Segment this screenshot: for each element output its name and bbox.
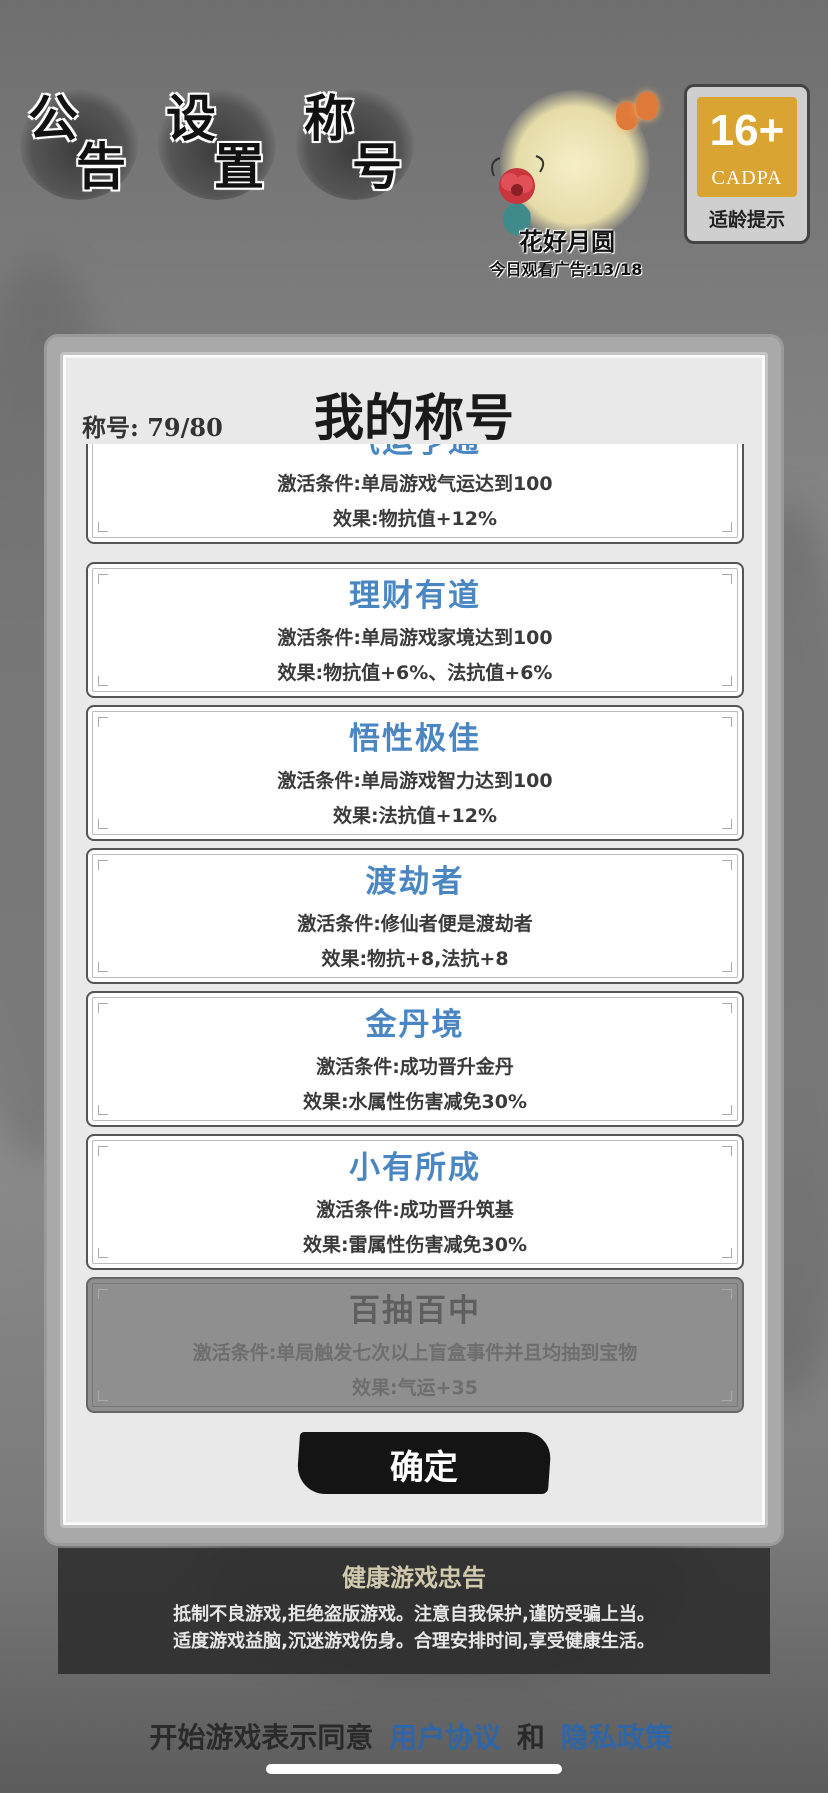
title-card[interactable]: 小有所成 激活条件:成功晋升筑基 效果:雷属性伤害减免30% bbox=[86, 1134, 744, 1270]
user-agreement-link[interactable]: 用户协议 bbox=[389, 1721, 501, 1754]
privacy-policy-link[interactable]: 隐私政策 bbox=[561, 1721, 673, 1754]
title-condition: 激活条件:单局触发七次以上盲盒事件并且均抽到宝物 bbox=[192, 1342, 638, 1365]
settings-char-1: 设 bbox=[166, 89, 216, 148]
health-advice-line: 适度游戏益脑,沉迷游戏伤身。合理安排时间,享受健康生活。 bbox=[173, 1631, 655, 1652]
title-condition: 激活条件:单局游戏智力达到100 bbox=[277, 770, 553, 793]
age-rating-hint: 适龄提示 bbox=[708, 209, 785, 231]
agreement-prefix: 开始游戏表示同意 bbox=[149, 1721, 374, 1754]
event-emblem[interactable]: 花好月圆 今日观看广告:13/18 bbox=[440, 84, 670, 284]
titles-char-2: 号 bbox=[352, 137, 402, 196]
title-card[interactable]: 悟性极佳 激活条件:单局游戏智力达到100 效果:法抗值+12% bbox=[86, 705, 744, 841]
title-effect: 效果:物抗值+6%、法抗值+6% bbox=[277, 662, 553, 685]
title-count: 称号: 79/80 bbox=[82, 413, 223, 442]
age-rating-org: CADPA bbox=[711, 167, 783, 189]
title-card[interactable]: 渡劫者 激活条件:修仙者便是渡劫者 效果:物抗+8,法抗+8 bbox=[86, 848, 744, 984]
title-effect: 效果:水属性伤害减免30% bbox=[302, 1091, 528, 1114]
title-name: 小有所成 bbox=[349, 1150, 481, 1186]
title-condition: 激活条件:成功晋升金丹 bbox=[316, 1056, 514, 1079]
titles-list[interactable]: 气运亨通 激活条件:单局游戏气运达到100 效果:物抗值+12% 理财有道 激活… bbox=[84, 444, 746, 1414]
title-name: 理财有道 bbox=[349, 578, 481, 614]
titles-button[interactable]: 称 号 bbox=[296, 88, 414, 200]
age-rating-icon: 16+ CADPA bbox=[697, 97, 797, 197]
settings-button[interactable]: 设 置 bbox=[158, 88, 276, 200]
title-name: 金丹境 bbox=[365, 1007, 465, 1043]
title-card[interactable]: 理财有道 激活条件:单局游戏家境达到100 效果:物抗值+6%、法抗值+6% bbox=[86, 562, 744, 698]
title-condition: 激活条件:成功晋升筑基 bbox=[316, 1199, 514, 1222]
title-name: 百抽百中 bbox=[349, 1293, 481, 1329]
title-effect: 效果:法抗值+12% bbox=[333, 805, 497, 828]
age-rating-badge[interactable]: 16+ CADPA 适龄提示 bbox=[684, 84, 810, 244]
health-advice-heading: 健康游戏忠告 bbox=[342, 1563, 486, 1592]
titles-char-1: 称 bbox=[304, 89, 354, 148]
confirm-button[interactable]: 确定 bbox=[295, 1432, 553, 1494]
lantern-icon bbox=[616, 102, 638, 130]
health-advice-line: 抵制不良游戏,拒绝盗版游戏。注意自我保护,谨防受骗上当。 bbox=[173, 1604, 655, 1625]
title-effect: 效果:物抗值+12% bbox=[333, 508, 497, 531]
title-card[interactable]: 金丹境 激活条件:成功晋升金丹 效果:水属性伤害减免30% bbox=[86, 991, 744, 1127]
title-effect: 效果:气运+35 bbox=[352, 1377, 478, 1400]
title-name: 悟性极佳 bbox=[349, 721, 481, 757]
title-name: 渡劫者 bbox=[365, 864, 465, 900]
title-effect: 效果:雷属性伤害减免30% bbox=[302, 1234, 528, 1257]
settings-char-2: 置 bbox=[214, 137, 264, 196]
ad-watch-count: 今日观看广告:13/18 bbox=[489, 260, 643, 279]
title-card[interactable]: 气运亨通 激活条件:单局游戏气运达到100 效果:物抗值+12% bbox=[86, 444, 744, 544]
confirm-label: 确定 bbox=[389, 1448, 458, 1488]
title-effect: 效果:物抗+8,法抗+8 bbox=[321, 948, 509, 971]
event-name: 花好月圆 bbox=[519, 227, 615, 256]
title-card-locked[interactable]: 百抽百中 激活条件:单局触发七次以上盲盒事件并且均抽到宝物 效果:气运+35 bbox=[86, 1277, 744, 1413]
lantern-icon bbox=[636, 92, 658, 120]
announcement-char-1: 公 bbox=[28, 89, 78, 148]
age-rating-number: 16+ bbox=[709, 106, 785, 155]
title-name: 气运亨通 bbox=[88, 444, 742, 461]
title-condition: 激活条件:修仙者便是渡劫者 bbox=[297, 913, 533, 936]
agreement-and: 和 bbox=[516, 1721, 545, 1754]
health-advice: 健康游戏忠告 抵制不良游戏,拒绝盗版游戏。注意自我保护,谨防受骗上当。 适度游戏… bbox=[58, 1548, 770, 1674]
title-condition: 激活条件:单局游戏气运达到100 bbox=[277, 473, 553, 496]
agreement-notice: 开始游戏表示同意 用户协议 和 隐私政策 bbox=[0, 1716, 828, 1756]
home-indicator[interactable] bbox=[266, 1764, 562, 1774]
announcement-button[interactable]: 公 告 bbox=[20, 88, 138, 200]
announcement-char-2: 告 bbox=[76, 137, 126, 196]
title-condition: 激活条件:单局游戏家境达到100 bbox=[277, 627, 553, 650]
